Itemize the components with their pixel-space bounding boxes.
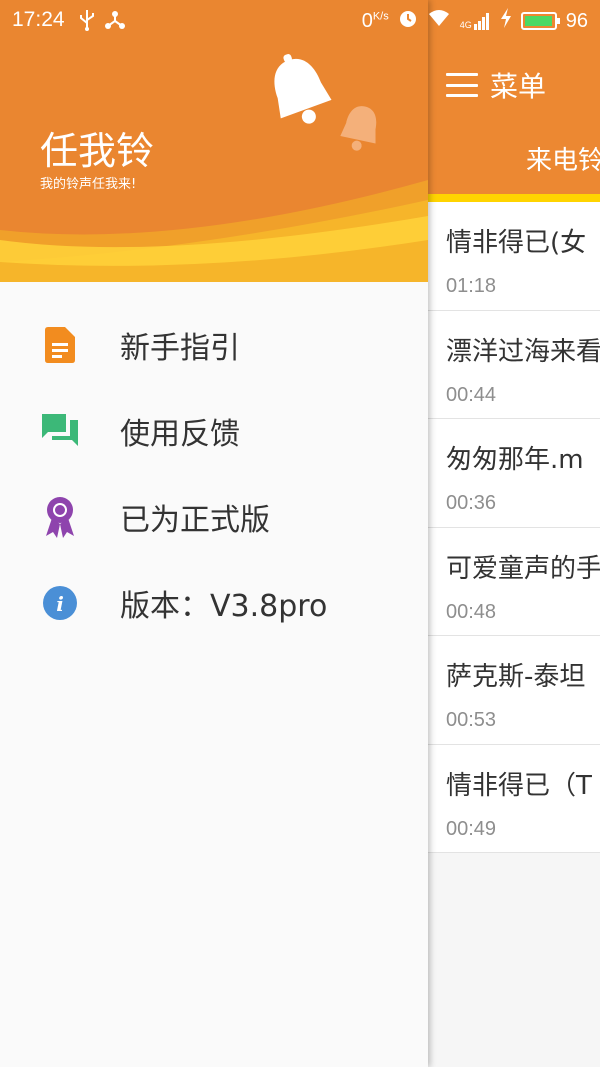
document-icon xyxy=(42,327,78,363)
drawer-item-label: 新手指引 xyxy=(120,331,240,366)
small-bell-icon xyxy=(340,106,377,151)
menu-label: 菜单 xyxy=(490,70,547,103)
navigation-drawer: 任我铃 我的铃声任我来! 新手指引 使用反馈 已为正式版 i 版本：V3.8pr… xyxy=(0,0,428,1067)
menu-button[interactable]: 菜单 xyxy=(446,62,546,108)
battery-icon xyxy=(520,12,560,30)
song-row[interactable]: 情非得已(女 01:18 xyxy=(428,202,600,311)
drawer-item-label: 版本：V3.8pro xyxy=(120,589,328,624)
song-duration: 00:36 xyxy=(446,492,497,514)
share-node-icon xyxy=(104,9,126,37)
signal-icon: 4G xyxy=(460,12,491,30)
drawer-item-label: 使用反馈 xyxy=(120,417,240,452)
song-list: 情非得已(女 01:18 漂洋过海来看 00:44 匆匆那年.m 00:36 可… xyxy=(428,202,600,853)
song-duration: 00:44 xyxy=(446,383,497,406)
song-duration: 00:49 xyxy=(446,817,497,840)
song-row[interactable]: 漂洋过海来看 00:44 xyxy=(428,311,600,419)
song-duration: 00:53 xyxy=(446,709,497,731)
net-speed: 0K/s xyxy=(361,9,389,32)
song-title: 情非得已（T xyxy=(446,770,592,801)
song-title: 情非得已(女 xyxy=(446,228,587,258)
svg-text:i: i xyxy=(56,592,64,616)
drawer-header: 任我铃 我的铃声任我来! xyxy=(0,0,428,282)
battery-level: 96 xyxy=(565,9,588,32)
song-title: 漂洋过海来看 xyxy=(446,336,600,367)
status-bar: 17:24 0K/s 4G 96 xyxy=(0,0,600,42)
bell-icon xyxy=(274,54,332,124)
drawer-item-version[interactable]: i 版本：V3.8pro xyxy=(0,560,428,646)
status-time: 17:24 xyxy=(12,8,65,31)
hamburger-icon xyxy=(446,73,478,97)
song-row[interactable]: 匆匆那年.m 00:36 xyxy=(428,419,600,528)
drawer-item-official-version[interactable]: 已为正式版 xyxy=(0,474,428,560)
drawer-item-label: 已为正式版 xyxy=(120,503,270,538)
chat-icon xyxy=(42,413,78,449)
drawer-item-beginner-guide[interactable]: 新手指引 xyxy=(0,302,428,388)
song-duration: 01:18 xyxy=(446,275,497,297)
drawer-menu: 新手指引 使用反馈 已为正式版 i 版本：V3.8pro xyxy=(0,282,428,646)
tab-incoming-ringtones[interactable]: 来电铃声 xyxy=(526,140,600,177)
charging-icon xyxy=(500,8,512,34)
app-name: 任我铃 xyxy=(40,129,155,173)
song-duration: 00:48 xyxy=(446,600,497,623)
song-title: 萨克斯-泰坦 xyxy=(446,662,586,692)
badge-icon xyxy=(42,497,78,538)
drawer-item-feedback[interactable]: 使用反馈 xyxy=(0,388,428,474)
song-row[interactable]: 可爱童声的手 00:48 xyxy=(428,528,600,636)
song-row[interactable]: 情非得已（T 00:49 xyxy=(428,745,600,853)
song-title: 可爱童声的手 xyxy=(446,553,600,584)
app-slogan: 我的铃声任我来! xyxy=(40,177,137,192)
wifi-icon xyxy=(427,8,451,34)
usb-icon xyxy=(78,9,96,37)
info-icon: i xyxy=(42,585,78,621)
alarm-icon xyxy=(398,8,418,34)
song-row[interactable]: 萨克斯-泰坦 00:53 xyxy=(428,636,600,745)
song-title: 匆匆那年.m xyxy=(446,445,584,475)
tab-indicator xyxy=(428,194,600,202)
